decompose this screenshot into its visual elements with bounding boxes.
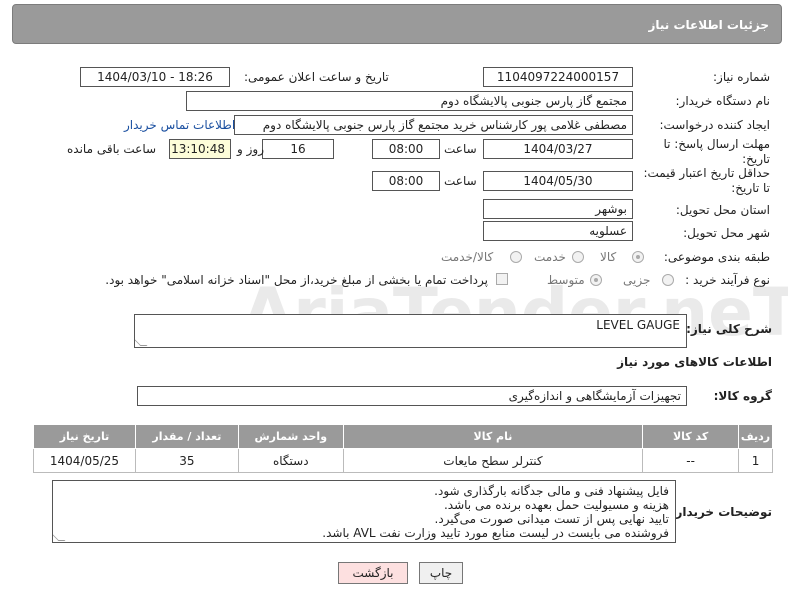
process-label: نوع فرآیند خرید : xyxy=(685,273,770,287)
col-row-number: ردیف xyxy=(738,424,773,449)
goods-group-label: گروه کالا: xyxy=(713,389,772,403)
cell-unit: دستگاه xyxy=(237,448,344,473)
province-field[interactable]: بوشهر xyxy=(483,199,633,219)
announce-datetime-value: 1404/03/10 - 18:26 xyxy=(97,70,213,84)
buyer-note-line: فروشنده می بایست در لیست منابع مورد تایی… xyxy=(322,526,669,540)
price-validity-time-field[interactable]: 08:00 xyxy=(372,171,440,191)
city-label: شهر محل تحویل: xyxy=(683,226,770,240)
process-option-medium: متوسط xyxy=(547,273,585,287)
cell-item-name: کنترلر سطح مایعات xyxy=(342,448,644,473)
watermark-logo: AriaTender.neT xyxy=(250,274,788,351)
col-item-code: کد کالا xyxy=(642,424,740,449)
goods-table-header: ردیف کد کالا نام کالا واحد شمارش تعداد /… xyxy=(33,424,773,449)
goods-table: ردیف کد کالا نام کالا واحد شمارش تعداد /… xyxy=(33,424,773,473)
description-value: LEVEL GAUGE xyxy=(596,318,680,332)
description-textarea[interactable]: LEVEL GAUGE xyxy=(134,314,687,348)
province-label: استان محل تحویل: xyxy=(675,203,770,217)
buyer-org-field[interactable]: مجتمع گاز پارس جنوبی پالایشگاه دوم xyxy=(186,91,633,111)
treasury-payment-checkbox[interactable] xyxy=(496,273,508,285)
deadline-date-field[interactable]: 1404/03/27 xyxy=(483,139,633,159)
cell-row-number: 1 xyxy=(738,448,773,473)
col-need-date: تاریخ نیاز xyxy=(33,424,136,449)
days-label: روز و xyxy=(237,142,264,156)
creator-label: ایجاد کننده درخواست: xyxy=(659,118,770,132)
days-remaining-field[interactable]: 16 xyxy=(262,139,334,159)
need-number-field[interactable]: 1104097224000157 xyxy=(483,67,633,87)
goods-group-field[interactable]: تجهیزات آزمایشگاهی و اندازه‌گیری xyxy=(137,386,687,406)
col-item-name: نام کالا xyxy=(342,424,644,449)
category-label: طبقه بندی موضوعی: xyxy=(663,250,770,264)
back-button[interactable]: بازگشت xyxy=(338,562,408,584)
price-validity-time-label: ساعت xyxy=(444,174,477,188)
announce-datetime-field[interactable]: 1404/03/10 - 18:26 xyxy=(80,67,230,87)
col-quantity: تعداد / مقدار xyxy=(134,424,239,449)
buyer-notes-textarea[interactable]: فایل پیشنهاد فنی و مالی جدگانه بارگذاری … xyxy=(52,480,676,543)
resize-grip-icon[interactable] xyxy=(135,339,148,346)
deadline-label: مهلت ارسال پاسخ: تا تاریخ: xyxy=(663,137,770,166)
description-label: شرح کلی نیاز: xyxy=(686,322,772,336)
col-unit: واحد شمارش xyxy=(237,424,344,449)
cell-quantity: 35 xyxy=(134,448,239,473)
remaining-time-label: ساعت باقی مانده xyxy=(67,142,157,156)
process-radio-medium[interactable] xyxy=(590,274,602,286)
buyer-contact-link[interactable]: اطلاعات تماس خریدار xyxy=(124,118,235,132)
cell-need-date: 1404/05/25 xyxy=(33,448,136,473)
category-radio-goods-service[interactable] xyxy=(510,251,522,263)
page-title: جزئیات اطلاعات نیاز xyxy=(648,18,769,32)
buyer-note-line: هزینه و مسیولیت حمل بعهده برنده می باشد. xyxy=(443,498,669,512)
buyer-note-line: فایل پیشنهاد فنی و مالی جدگانه بارگذاری … xyxy=(434,484,669,498)
buyer-org-label: نام دستگاه خریدار: xyxy=(675,94,771,108)
price-validity-label: حداقل تاریخ اعتبار قیمت: تا تاریخ: xyxy=(643,166,770,195)
print-button[interactable]: چاپ xyxy=(419,562,463,584)
category-radio-goods[interactable] xyxy=(632,251,644,263)
table-row[interactable]: 1 -- کنترلر سطح مایعات دستگاه 35 1404/05… xyxy=(33,448,773,473)
category-option-goods: کالا xyxy=(600,250,617,264)
price-validity-date-field[interactable]: 1404/05/30 xyxy=(483,171,633,191)
creator-field[interactable]: مصطفی غلامی پور کارشناس خرید مجتمع گاز پ… xyxy=(234,115,633,135)
category-option-goods-service: کالا/خدمت xyxy=(441,250,494,264)
category-option-service: خدمت xyxy=(534,250,566,264)
deadline-time-field[interactable]: 08:00 xyxy=(372,139,440,159)
buyer-note-line: تایید نهایی پس از تست میدانی صورت می‌گیر… xyxy=(434,512,669,526)
process-option-minor: جزیی xyxy=(623,273,651,287)
category-radio-service[interactable] xyxy=(572,251,584,263)
cell-item-code: -- xyxy=(642,448,740,473)
need-number-label: شماره نیاز: xyxy=(713,70,770,84)
buyer-notes-label: توضیحات خریدار: xyxy=(670,505,772,519)
treasury-payment-note: پرداخت تمام یا بخشی از مبلغ خرید،از محل … xyxy=(105,273,488,287)
process-radio-minor[interactable] xyxy=(662,274,674,286)
remaining-time-field[interactable]: 13:10:48 xyxy=(169,139,231,159)
details-header-panel: جزئیات اطلاعات نیاز xyxy=(12,4,782,44)
goods-section-title: اطلاعات کالاهای مورد نیاز xyxy=(617,355,772,369)
deadline-time-label: ساعت xyxy=(444,142,477,156)
announce-datetime-label: تاریخ و ساعت اعلان عمومی: xyxy=(244,70,389,84)
city-field[interactable]: عسلویه xyxy=(483,221,633,241)
